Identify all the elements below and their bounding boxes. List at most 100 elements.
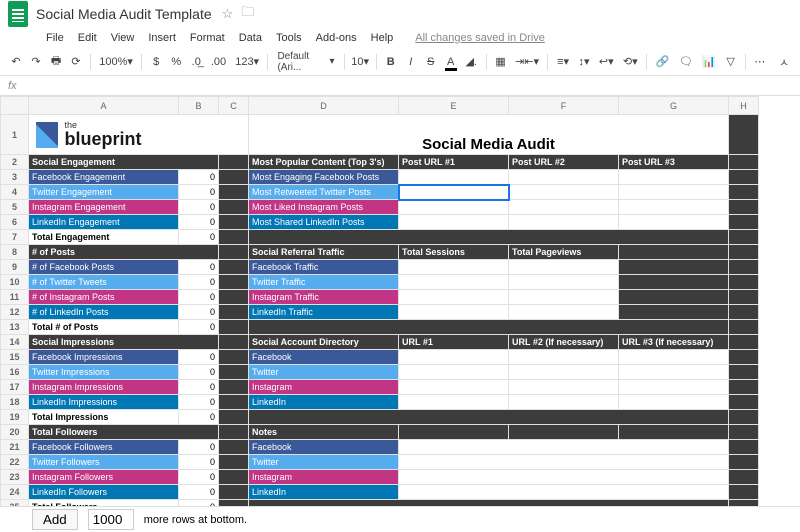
referral-li[interactable]: LinkedIn Traffic bbox=[249, 305, 399, 320]
col-F[interactable]: F bbox=[509, 97, 619, 115]
print-icon[interactable]: 🖶 bbox=[48, 52, 64, 72]
menu-view[interactable]: View bbox=[111, 32, 135, 44]
impressions-li[interactable]: LinkedIn Impressions bbox=[29, 395, 179, 410]
header-referral-c2[interactable]: Total Pageviews bbox=[509, 245, 619, 260]
impressions-ig[interactable]: Instagram Impressions bbox=[29, 380, 179, 395]
font-select[interactable]: Default (Ari... ▾ bbox=[274, 52, 337, 72]
popular-ig[interactable]: Most Liked Instagram Posts bbox=[249, 200, 399, 215]
strikethrough-icon[interactable]: S bbox=[423, 52, 439, 72]
engagement-tw[interactable]: Twitter Engagement bbox=[29, 185, 179, 200]
row-21[interactable]: 21 bbox=[1, 440, 29, 455]
spreadsheet-grid[interactable]: A B C D E F G H 1 theblueprint Social Me… bbox=[0, 96, 800, 506]
font-size-select[interactable]: 10 ▾ bbox=[350, 52, 369, 72]
grid-table[interactable]: A B C D E F G H 1 theblueprint Social Me… bbox=[0, 96, 759, 506]
header-popular-c2[interactable]: Post URL #2 bbox=[509, 155, 619, 170]
row-1[interactable]: 1 bbox=[1, 115, 29, 155]
posts-fb[interactable]: # of Facebook Posts bbox=[29, 260, 179, 275]
row-6[interactable]: 6 bbox=[1, 215, 29, 230]
notes-ig[interactable]: Instagram bbox=[249, 470, 399, 485]
more-formats-icon[interactable]: 123▾ bbox=[233, 52, 262, 72]
engagement-fb[interactable]: Facebook Engagement bbox=[29, 170, 179, 185]
header-referral-c1[interactable]: Total Sessions bbox=[399, 245, 509, 260]
impressions-total[interactable]: Total Impressions bbox=[29, 410, 179, 425]
cell[interactable] bbox=[729, 115, 759, 155]
directory-tw[interactable]: Twitter bbox=[249, 365, 399, 380]
row-18[interactable]: 18 bbox=[1, 395, 29, 410]
row-17[interactable]: 17 bbox=[1, 380, 29, 395]
followers-li[interactable]: LinkedIn Followers bbox=[29, 485, 179, 500]
bold-icon[interactable]: B bbox=[383, 52, 399, 72]
filter-icon[interactable]: ▽ bbox=[723, 52, 739, 72]
row-19[interactable]: 19 bbox=[1, 410, 29, 425]
followers-fb[interactable]: Facebook Followers bbox=[29, 440, 179, 455]
rotate-icon[interactable]: ⟲▾ bbox=[620, 52, 640, 72]
borders-icon[interactable]: ▦ bbox=[493, 52, 509, 72]
engagement-total[interactable]: Total Engagement bbox=[29, 230, 179, 245]
text-color-icon[interactable]: A bbox=[443, 52, 459, 72]
redo-icon[interactable]: ↷ bbox=[28, 52, 44, 72]
format-currency-icon[interactable]: $ bbox=[148, 52, 164, 72]
row-10[interactable]: 10 bbox=[1, 275, 29, 290]
row-8[interactable]: 8 bbox=[1, 245, 29, 260]
fill-color-icon[interactable]: ◢. bbox=[463, 52, 480, 72]
directory-li[interactable]: LinkedIn bbox=[249, 395, 399, 410]
link-icon[interactable]: 🔗 bbox=[653, 52, 672, 72]
brand-logo-cell[interactable]: theblueprint bbox=[29, 115, 249, 155]
col-E[interactable]: E bbox=[399, 97, 509, 115]
menu-addons[interactable]: Add-ons bbox=[316, 32, 357, 44]
add-rows-button[interactable]: Add bbox=[32, 509, 78, 530]
directory-ig[interactable]: Instagram bbox=[249, 380, 399, 395]
header-popular-c3[interactable]: Post URL #3 bbox=[619, 155, 729, 170]
collapse-icon[interactable]: ㅅ bbox=[776, 52, 792, 72]
engagement-total-val[interactable]: 0 bbox=[179, 230, 219, 245]
italic-icon[interactable]: I bbox=[403, 52, 419, 72]
directory-fb[interactable]: Facebook bbox=[249, 350, 399, 365]
row-3[interactable]: 3 bbox=[1, 170, 29, 185]
notes-li[interactable]: LinkedIn bbox=[249, 485, 399, 500]
followers-ig[interactable]: Instagram Followers bbox=[29, 470, 179, 485]
menu-help[interactable]: Help bbox=[371, 32, 394, 44]
add-rows-count[interactable] bbox=[88, 509, 134, 530]
header-popular[interactable]: Most Popular Content (Top 3's) bbox=[249, 155, 399, 170]
header-directory-c1[interactable]: URL #1 bbox=[399, 335, 509, 350]
undo-icon[interactable]: ↶ bbox=[8, 52, 24, 72]
row-2[interactable]: 2 bbox=[1, 155, 29, 170]
col-D[interactable]: D bbox=[249, 97, 399, 115]
engagement-ig-val[interactable]: 0 bbox=[179, 200, 219, 215]
row-23[interactable]: 23 bbox=[1, 470, 29, 485]
col-A[interactable]: A bbox=[29, 97, 179, 115]
row-7[interactable]: 7 bbox=[1, 230, 29, 245]
referral-tw[interactable]: Twitter Traffic bbox=[249, 275, 399, 290]
header-directory[interactable]: Social Account Directory bbox=[249, 335, 399, 350]
header-referral[interactable]: Social Referral Traffic bbox=[249, 245, 399, 260]
row-9[interactable]: 9 bbox=[1, 260, 29, 275]
header-popular-c1[interactable]: Post URL #1 bbox=[399, 155, 509, 170]
popular-fb[interactable]: Most Engaging Facebook Posts bbox=[249, 170, 399, 185]
wrap-icon[interactable]: ↩▾ bbox=[596, 52, 616, 72]
doc-title[interactable]: Social Media Audit Template bbox=[36, 6, 212, 22]
notes-fb[interactable]: Facebook bbox=[249, 440, 399, 455]
chart-icon[interactable]: 📊 bbox=[700, 52, 719, 72]
row-20[interactable]: 20 bbox=[1, 425, 29, 440]
impressions-fb[interactable]: Facebook Impressions bbox=[29, 350, 179, 365]
row-15[interactable]: 15 bbox=[1, 350, 29, 365]
merge-icon[interactable]: ⇥⇤▾ bbox=[513, 52, 542, 72]
posts-total[interactable]: Total # of Posts bbox=[29, 320, 179, 335]
row-13[interactable]: 13 bbox=[1, 320, 29, 335]
header-directory-c2[interactable]: URL #2 (If necessary) bbox=[509, 335, 619, 350]
comment-icon[interactable]: 🗨 bbox=[676, 52, 695, 72]
referral-fb[interactable]: Facebook Traffic bbox=[249, 260, 399, 275]
menu-format[interactable]: Format bbox=[190, 32, 225, 44]
posts-ig[interactable]: # of Instagram Posts bbox=[29, 290, 179, 305]
engagement-ig[interactable]: Instagram Engagement bbox=[29, 200, 179, 215]
header-notes[interactable]: Notes bbox=[249, 425, 399, 440]
engagement-li[interactable]: LinkedIn Engagement bbox=[29, 215, 179, 230]
formula-input[interactable] bbox=[25, 80, 792, 92]
engagement-fb-val[interactable]: 0 bbox=[179, 170, 219, 185]
valign-icon[interactable]: ↕▾ bbox=[576, 52, 592, 72]
menu-insert[interactable]: Insert bbox=[148, 32, 176, 44]
sheet-title[interactable]: Social Media Audit bbox=[249, 115, 729, 155]
menu-data[interactable]: Data bbox=[239, 32, 262, 44]
format-percent-icon[interactable]: % bbox=[168, 52, 184, 72]
engagement-li-val[interactable]: 0 bbox=[179, 215, 219, 230]
